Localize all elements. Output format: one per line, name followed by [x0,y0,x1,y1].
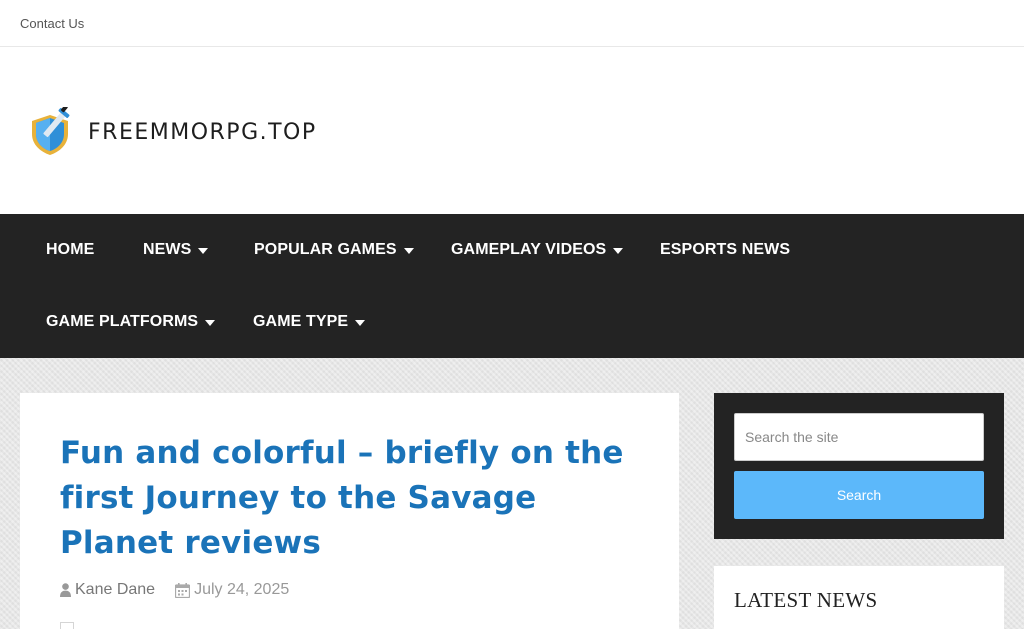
nav-item-game-type[interactable]: GAME TYPE [253,286,366,358]
nav-item-home[interactable]: HOME [46,214,94,286]
caret-down-icon [355,320,366,326]
nav-item-popular-games[interactable]: POPULAR GAMES [254,214,414,286]
caret-down-icon [403,248,414,254]
nav-item-game-platforms[interactable]: GAME PLATFORMS [46,286,216,358]
article-date: July 24, 2025 [194,581,290,598]
featured-image-placeholder[interactable] [60,622,620,629]
contact-us-link[interactable]: Contact Us [20,16,84,31]
main-navigation: HOME NEWS POPULAR GAMES GAMEPLAY VIDEOS … [0,214,1024,358]
nav-item-label: HOME [46,241,95,258]
caret-down-icon [198,248,209,254]
nav-item-label: NEWS [143,241,192,258]
top-bar: Contact Us [0,0,1024,47]
caret-down-icon [613,248,624,254]
nav-item-label: POPULAR GAMES [254,241,397,258]
logo-text: FREEMMORPG.TOP [88,119,317,145]
article-author[interactable]: Kane Dane [75,581,155,599]
article-meta: Kane Dane July 24, 2025 [60,581,289,599]
user-icon [60,583,71,597]
article-title[interactable]: Fun and colorful – briefly on the first … [60,431,650,566]
article-card: Fun and colorful – briefly on the first … [20,393,679,629]
nav-item-news[interactable]: NEWS [143,214,209,286]
latest-news-widget: LATEST NEWS [714,566,1004,629]
nav-item-label: GAME TYPE [253,313,349,330]
nav-item-label: ESPORTS NEWS [660,241,791,258]
site-logo[interactable]: FREEMMORPG.TOP [28,107,317,157]
shield-sword-icon [32,107,70,155]
search-button[interactable]: Search [734,471,984,519]
nav-item-gameplay-videos[interactable]: GAMEPLAY VIDEOS [451,214,624,286]
latest-news-heading: LATEST NEWS [734,588,878,612]
calendar-icon [175,582,191,598]
broken-image-icon [60,622,74,629]
caret-down-icon [205,320,216,326]
search-input[interactable] [734,413,984,461]
nav-item-label: GAME PLATFORMS [46,313,199,330]
search-widget: Search [714,393,1004,539]
nav-item-label: GAMEPLAY VIDEOS [451,241,607,258]
site-header: FREEMMORPG.TOP [0,47,1024,214]
nav-item-esports-news[interactable]: ESPORTS NEWS [660,214,790,286]
